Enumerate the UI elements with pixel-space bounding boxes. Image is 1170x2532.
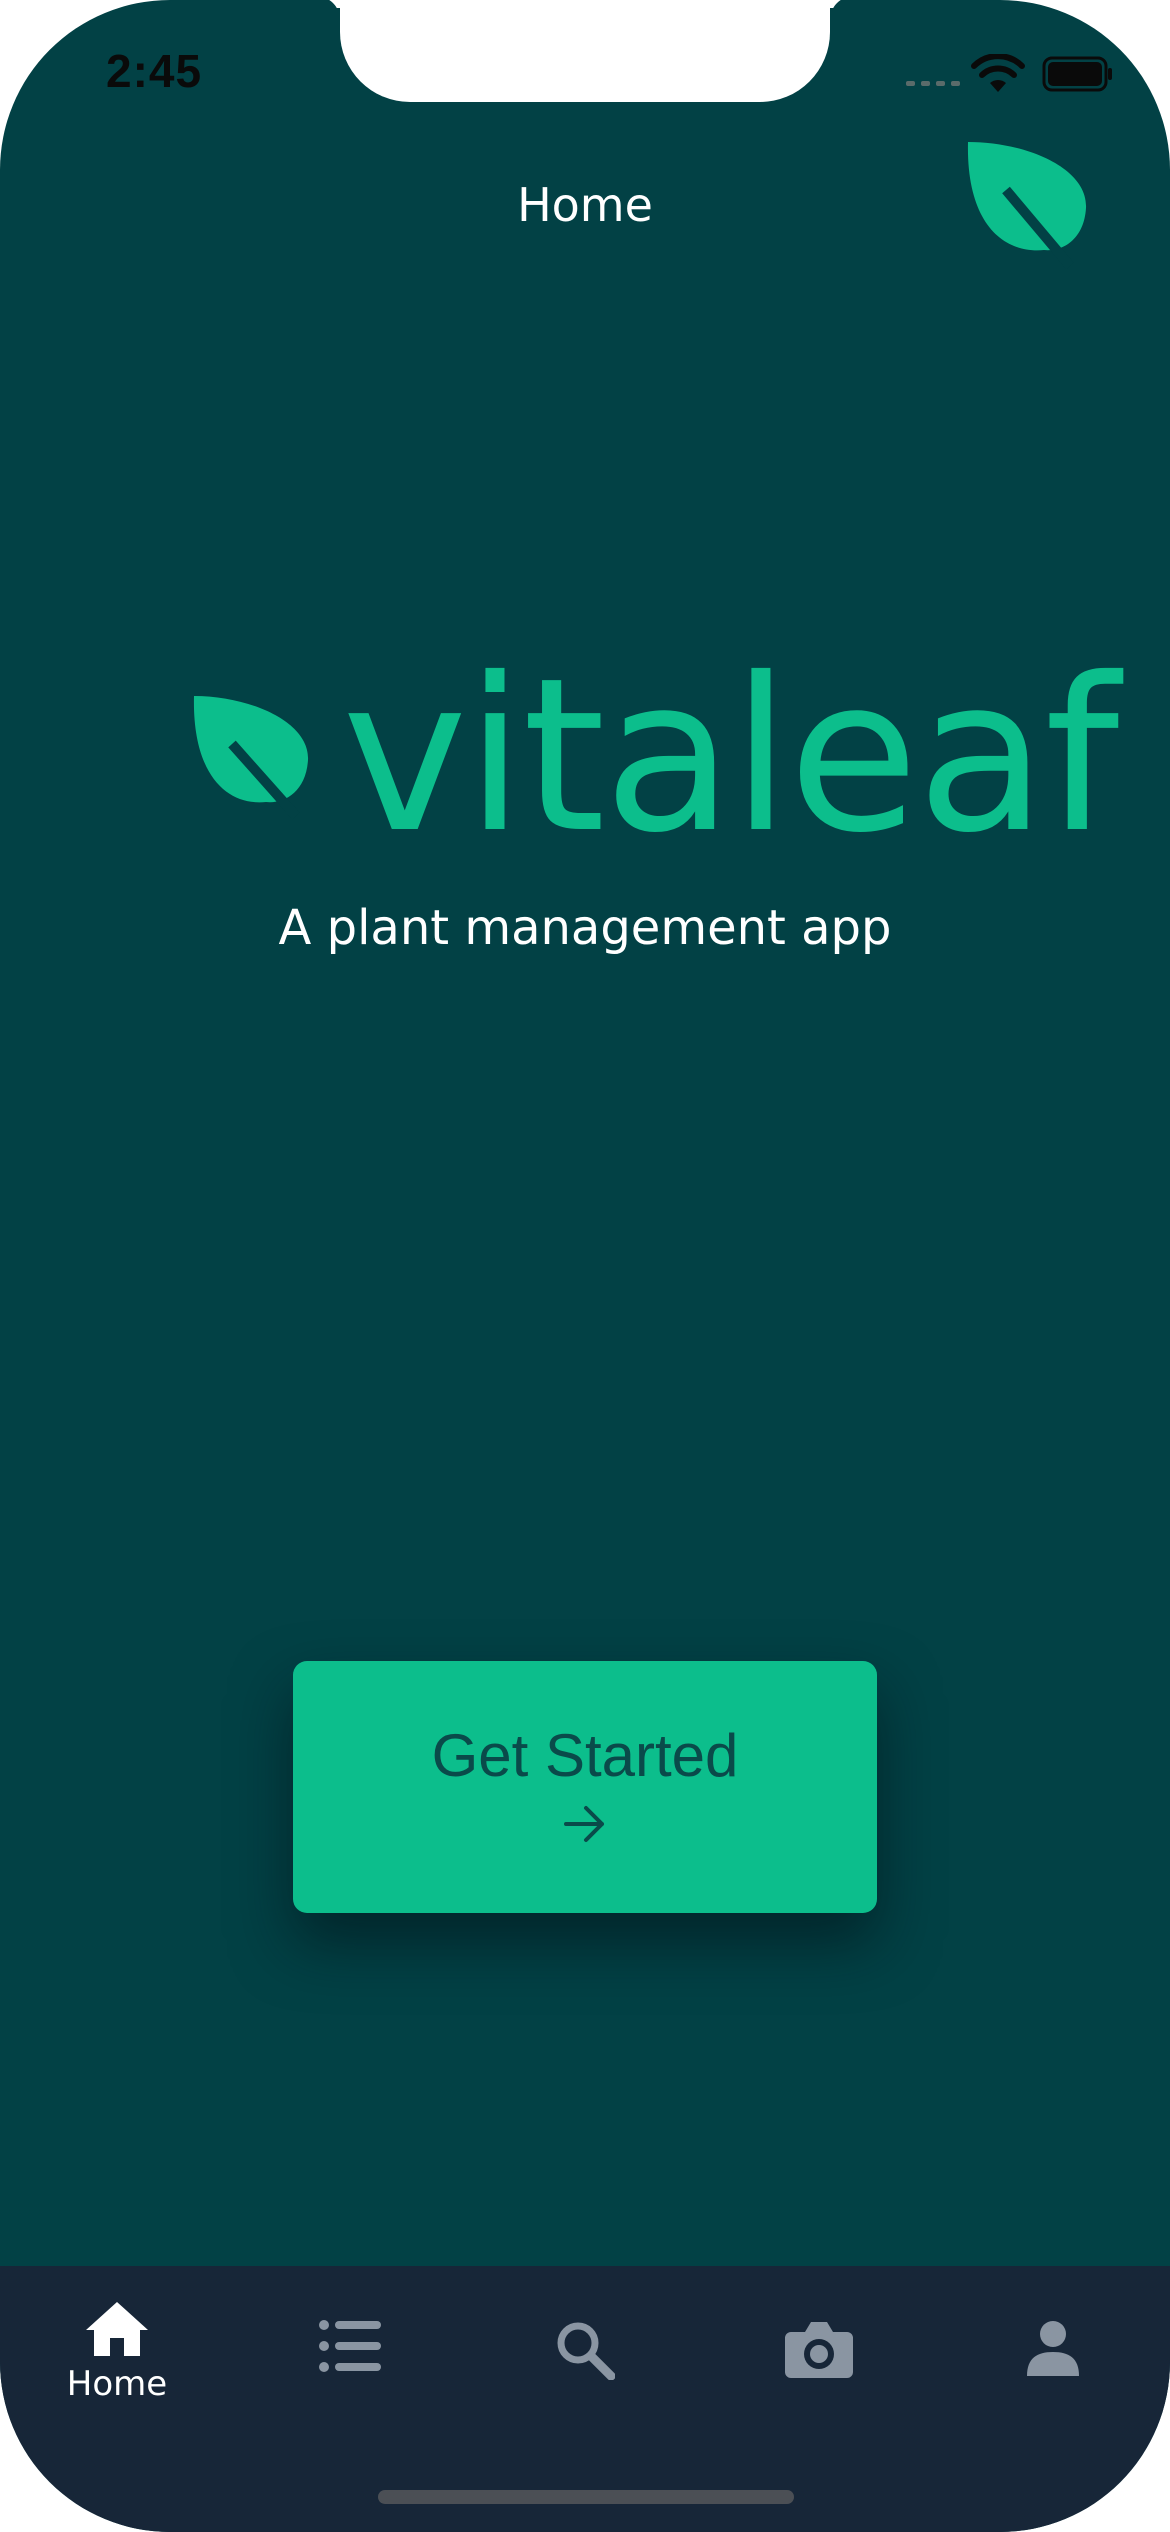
get-started-button[interactable]: Get Started — [293, 1661, 877, 1913]
bottom-tab-bar: Home — [0, 2266, 1170, 2532]
tab-search[interactable] — [468, 2266, 702, 2466]
device-notch — [340, 0, 830, 102]
list-icon — [319, 2320, 381, 2372]
home-icon — [86, 2302, 148, 2356]
leaf-icon[interactable] — [966, 138, 1088, 270]
home-indicator — [378, 2490, 794, 2504]
camera-icon — [785, 2322, 853, 2378]
get-started-label: Get Started — [431, 1722, 739, 1789]
app-screen: 2:45 Home vitaleaf A plant management ap… — [0, 0, 1170, 2532]
brand-wordmark: vitaleaf — [342, 632, 1119, 879]
status-time: 2:45 — [106, 45, 203, 97]
wifi-icon — [971, 54, 1025, 92]
battery-icon — [1042, 56, 1112, 92]
brand-leaf-icon — [193, 696, 309, 820]
tagline: A plant management app — [278, 900, 892, 956]
search-icon — [557, 2322, 615, 2380]
tab-list[interactable] — [234, 2266, 468, 2466]
arrow-right-icon — [564, 1806, 604, 1842]
tab-home-label: Home — [66, 2364, 168, 2404]
cellular-signal-icon — [906, 81, 960, 86]
user-icon — [1027, 2321, 1079, 2376]
tab-profile[interactable] — [936, 2266, 1170, 2466]
tab-home[interactable]: Home — [0, 2266, 234, 2466]
tab-camera[interactable] — [702, 2266, 936, 2466]
